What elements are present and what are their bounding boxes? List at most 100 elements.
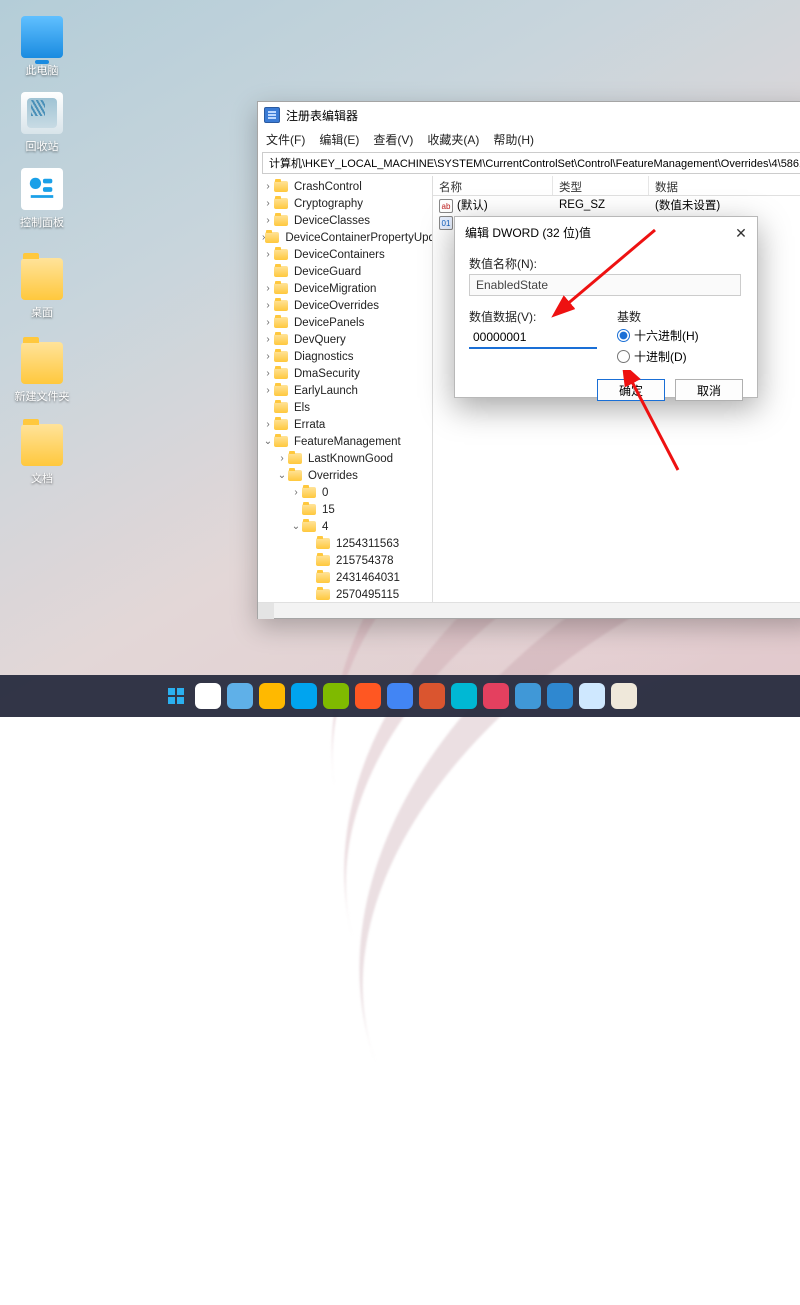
edit-dword-dialog[interactable]: 编辑 DWORD (32 位)值 ✕ 数值名称(N): EnabledState… bbox=[454, 216, 758, 398]
taskbar-item[interactable] bbox=[611, 683, 637, 709]
tree-item[interactable]: › DeviceContainers bbox=[262, 246, 432, 263]
value-data-input[interactable] bbox=[469, 327, 597, 349]
cancel-button[interactable]: 取消 bbox=[675, 379, 743, 401]
tree-item[interactable]: › DeviceClasses bbox=[262, 212, 432, 229]
tree-item[interactable]: ›DevQuery bbox=[262, 331, 432, 348]
taskbar-item[interactable] bbox=[451, 683, 477, 709]
expand-icon[interactable]: › bbox=[262, 334, 274, 345]
tree-item[interactable]: ›LastKnownGood bbox=[262, 450, 432, 467]
start-button[interactable] bbox=[163, 683, 189, 709]
taskbar-item[interactable] bbox=[227, 683, 253, 709]
taskbar-item[interactable] bbox=[515, 683, 541, 709]
taskbar-item[interactable] bbox=[547, 683, 573, 709]
address-bar[interactable]: 计算机\HKEY_LOCAL_MACHINE\SYSTEM\CurrentCon… bbox=[262, 152, 800, 174]
tree-item[interactable]: 1254311563 bbox=[262, 535, 432, 552]
tree-item[interactable]: Els bbox=[262, 399, 432, 416]
tree-item[interactable]: ›DeviceOverrides bbox=[262, 297, 432, 314]
radio-dec[interactable]: 十进制(D) bbox=[617, 348, 699, 365]
tree-item[interactable]: › CrashControl bbox=[262, 178, 432, 195]
tree-item[interactable]: 2570495115 bbox=[262, 586, 432, 602]
control-panel-icon bbox=[21, 168, 63, 210]
desktop-icon-recycle-bin[interactable]: 回收站 bbox=[12, 92, 72, 154]
radio-dec-input[interactable] bbox=[617, 350, 630, 363]
tree-item[interactable]: ›0 bbox=[262, 484, 432, 501]
tree-item[interactable]: DeviceGuard bbox=[262, 263, 432, 280]
menu-edit[interactable]: 编辑(E) bbox=[319, 131, 359, 148]
menu-view[interactable]: 查看(V) bbox=[373, 131, 413, 148]
tree-item[interactable]: ›DeviceMigration bbox=[262, 280, 432, 297]
expand-icon[interactable]: › bbox=[262, 249, 274, 260]
desktop-icon-desktop-folder[interactable]: 桌面 bbox=[12, 258, 72, 320]
menu-bar[interactable]: 文件(F) 编辑(E) 查看(V) 收藏夹(A) 帮助(H) bbox=[258, 128, 800, 150]
tree-item[interactable]: ⌄Overrides bbox=[262, 467, 432, 484]
tree-item[interactable]: ⌄FeatureManagement bbox=[262, 433, 432, 450]
taskbar-item[interactable] bbox=[259, 683, 285, 709]
expand-icon[interactable]: › bbox=[262, 283, 274, 294]
taskbar-item[interactable] bbox=[355, 683, 381, 709]
folder-icon bbox=[274, 300, 288, 311]
tree-item[interactable]: ›Errata bbox=[262, 416, 432, 433]
desktop-icon-docs-folder[interactable]: 文档 bbox=[12, 424, 72, 486]
menu-file[interactable]: 文件(F) bbox=[266, 131, 305, 148]
expand-icon[interactable]: › bbox=[262, 368, 274, 379]
folder-icon bbox=[274, 266, 288, 277]
menu-favorites[interactable]: 收藏夹(A) bbox=[427, 131, 479, 148]
desktop-icon-new-folder[interactable]: 新建文件夹 bbox=[12, 342, 72, 404]
tree-item[interactable]: 215754378 bbox=[262, 552, 432, 569]
desktop-icon-this-pc[interactable]: 此电脑 bbox=[12, 16, 72, 78]
desktop-icon-control-panel[interactable]: 控制面板 bbox=[12, 168, 72, 230]
tree-item[interactable]: 15 bbox=[262, 501, 432, 518]
tree-item[interactable]: ›Cryptography bbox=[262, 195, 432, 212]
radio-hex[interactable]: 十六进制(H) bbox=[617, 327, 699, 344]
desktop-icon-label: 桌面 bbox=[12, 304, 72, 320]
dialog-title[interactable]: 编辑 DWORD (32 位)值 bbox=[455, 217, 757, 247]
expand-icon[interactable]: ⌄ bbox=[290, 521, 302, 532]
taskbar-item[interactable] bbox=[579, 683, 605, 709]
col-name[interactable]: 名称 bbox=[433, 176, 553, 195]
col-data[interactable]: 数据 bbox=[649, 176, 800, 195]
tree-item-label: DeviceClasses bbox=[292, 215, 372, 227]
expand-icon[interactable]: › bbox=[262, 198, 274, 209]
taskbar-item[interactable] bbox=[291, 683, 317, 709]
taskbar-item[interactable] bbox=[387, 683, 413, 709]
radio-hex-input[interactable] bbox=[617, 329, 630, 342]
registry-tree[interactable]: ›CrashControl›Cryptography›DeviceClasses… bbox=[258, 176, 433, 602]
tree-item[interactable]: ›DeviceContainerPropertyUpda bbox=[262, 229, 432, 246]
taskbar-item[interactable] bbox=[195, 683, 221, 709]
close-icon[interactable]: ✕ bbox=[731, 223, 751, 243]
expand-icon[interactable]: › bbox=[290, 487, 302, 498]
folder-icon bbox=[274, 419, 288, 430]
expand-icon[interactable]: ⌄ bbox=[276, 470, 288, 481]
menu-help[interactable]: 帮助(H) bbox=[493, 131, 534, 148]
taskbar-item[interactable] bbox=[419, 683, 445, 709]
expand-icon[interactable]: › bbox=[262, 181, 274, 192]
tree-item-label: CrashControl bbox=[292, 181, 364, 193]
value-row[interactable]: ab(默认)REG_SZ(数值未设置) bbox=[433, 196, 800, 214]
ok-button[interactable]: 确定 bbox=[597, 379, 665, 401]
tree-item[interactable]: ›DmaSecurity bbox=[262, 365, 432, 382]
tree-item-label: DeviceContainers bbox=[292, 249, 387, 261]
expand-icon[interactable]: › bbox=[262, 351, 274, 362]
window-titlebar[interactable]: 注册表编辑器 bbox=[258, 102, 800, 128]
tree-item[interactable]: 2431464031 bbox=[262, 569, 432, 586]
tree-item[interactable]: › DevicePanels bbox=[262, 314, 432, 331]
tree-item-label: DevicePanels bbox=[292, 317, 366, 329]
expand-icon[interactable]: › bbox=[262, 300, 274, 311]
expand-icon[interactable]: › bbox=[262, 419, 274, 430]
expand-icon[interactable]: › bbox=[262, 385, 274, 396]
taskbar[interactable] bbox=[0, 675, 800, 717]
taskbar-item[interactable] bbox=[323, 683, 349, 709]
list-header[interactable]: 名称 类型 数据 bbox=[433, 176, 800, 196]
folder-icon bbox=[316, 555, 330, 566]
expand-icon[interactable]: › bbox=[262, 215, 274, 226]
col-type[interactable]: 类型 bbox=[553, 176, 649, 195]
expand-icon[interactable]: › bbox=[262, 317, 274, 328]
taskbar-item[interactable] bbox=[483, 683, 509, 709]
tree-item[interactable]: ⌄4 bbox=[262, 518, 432, 535]
tree-item-label: EarlyLaunch bbox=[292, 385, 360, 397]
expand-icon[interactable]: ⌄ bbox=[262, 436, 274, 447]
horizontal-scrollbar[interactable] bbox=[258, 602, 800, 618]
tree-item[interactable]: › EarlyLaunch bbox=[262, 382, 432, 399]
tree-item[interactable]: ›Diagnostics bbox=[262, 348, 432, 365]
expand-icon[interactable]: › bbox=[276, 453, 288, 464]
